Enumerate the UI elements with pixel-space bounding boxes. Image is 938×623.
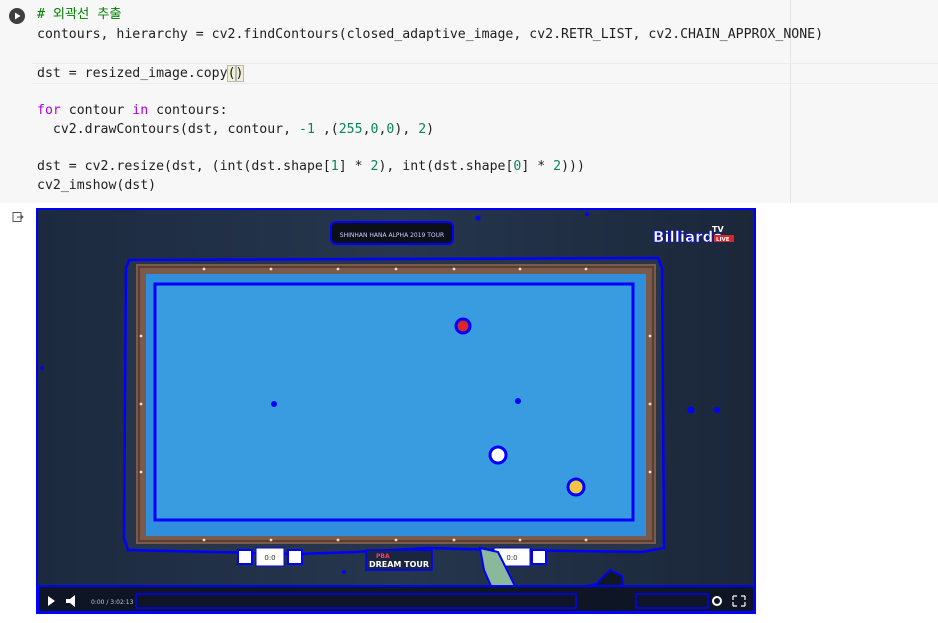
code-token: cv2.drawContours(dst, contour, <box>37 122 300 137</box>
code-token: contours: <box>148 103 228 118</box>
code-line[interactable]: for contour in contours: <box>37 101 228 120</box>
code-token: contour <box>60 103 133 118</box>
player-time: 0:00 / 3:02:13 <box>91 599 134 606</box>
video-player-bar[interactable]: 0:00 / 3:02:13 <box>37 585 755 613</box>
play-circle-icon[interactable] <box>9 8 25 24</box>
output-arrow-icon[interactable] <box>12 211 24 223</box>
score-right-text: 0:0 <box>506 554 517 562</box>
code-token: dst = resized_image.copy <box>37 66 228 81</box>
code-token: cv2_imshow(dst) <box>37 178 157 193</box>
logo-tv-text: TV <box>712 225 724 234</box>
code-token: ,( <box>314 122 339 137</box>
code-token: # 외곽선 추출 <box>37 7 122 22</box>
code-token: ) <box>234 65 245 82</box>
top-banner-text: SHINHAN HANA ALPHA 2019 TOUR <box>340 232 444 239</box>
output-image: SHINHAN HANA ALPHA 2019 TOUR Billiards T… <box>36 208 756 614</box>
code-line[interactable]: dst = cv2.resize(dst, (int(dst.shape[1] … <box>37 157 585 176</box>
code-token: ] * <box>521 159 554 174</box>
code-token: ), <box>394 122 419 137</box>
code-token: , <box>362 122 371 137</box>
logo-live-text: LIVE <box>716 237 730 243</box>
code-token: ] * <box>338 159 371 174</box>
code-token: ), int(dst.shape[ <box>378 159 514 174</box>
yellow-ball <box>566 477 586 497</box>
code-cell[interactable]: # 외곽선 추출 contours, hierarchy = cv2.findCo… <box>0 0 938 203</box>
playing-surface-contour <box>153 282 635 522</box>
code-line[interactable]: # 외곽선 추출 <box>37 5 121 24</box>
score-left: 0:0 <box>237 547 303 567</box>
code-token: ( <box>226 65 237 82</box>
code-line[interactable]: cv2_imshow(dst) <box>37 176 156 195</box>
code-token: 2 <box>553 159 562 174</box>
code-token: contours, hierarchy = cv2.findContours(c… <box>37 27 824 42</box>
code-token: 1 <box>330 159 339 174</box>
code-line[interactable]: contours, hierarchy = cv2.findContours(c… <box>37 25 823 44</box>
contour-image: SHINHAN HANA ALPHA 2019 TOUR Billiards T… <box>36 208 756 614</box>
code-line[interactable]: dst = resized_image.copy() <box>37 64 245 83</box>
billiards-tv-logo: Billiards TV LIVE <box>653 225 734 246</box>
white-ball <box>488 445 508 465</box>
code-token: ) <box>426 122 435 137</box>
code-token: 255 <box>338 122 363 137</box>
bottom-banner-line2: DREAM TOUR <box>369 560 429 569</box>
code-token: dst = cv2.resize(dst, (int(dst.shape[ <box>37 159 331 174</box>
output-gutter <box>0 203 32 623</box>
code-token: ))) <box>561 159 585 174</box>
code-editor[interactable]: # 외곽선 추출 contours, hierarchy = cv2.findCo… <box>32 0 938 203</box>
red-ball <box>454 317 472 335</box>
bottom-banner-line1: PBA <box>376 553 390 560</box>
score-left-text: 0:0 <box>264 554 275 562</box>
code-token: in <box>132 103 149 118</box>
code-token: 2 <box>418 122 427 137</box>
code-line[interactable]: cv2.drawContours(dst, contour, -1 ,(255,… <box>37 120 434 139</box>
code-token: -1 <box>299 122 315 137</box>
code-token: for <box>37 103 61 118</box>
bottom-banner: PBA DREAM TOUR <box>365 549 433 571</box>
cell-gutter <box>0 0 32 203</box>
